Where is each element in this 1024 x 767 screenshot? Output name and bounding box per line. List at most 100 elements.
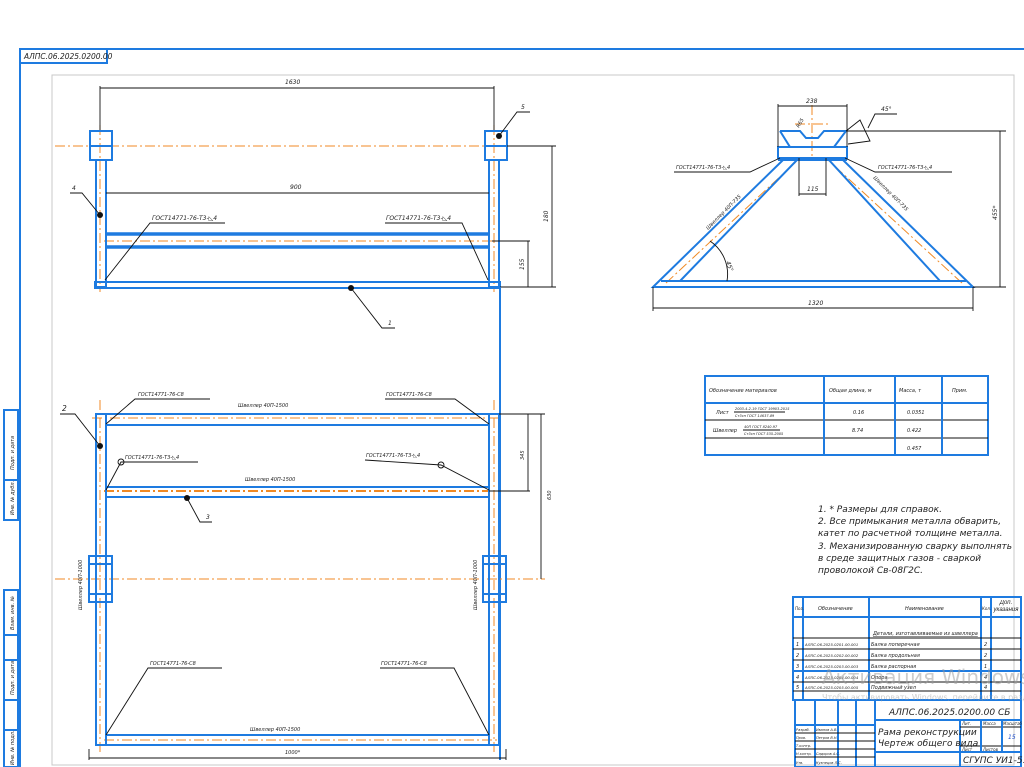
materials-table-rows-0-spec-bottom: Ст3сп ГОСТ 14637-89 [735, 414, 775, 418]
materials-table-rows-1-length: 8.74 [852, 428, 863, 434]
materials-table-rows-1-spec-bottom: Ст3сп ГОСТ 535-2005 [744, 432, 784, 436]
drawing-line [845, 119, 871, 145]
left-stamp-2: Взам. инв. № [10, 596, 16, 630]
corner-code: АЛПС.06.2025.0200.00 [23, 52, 113, 61]
materials-table-rows-2-mass: 0.457 [907, 446, 922, 452]
dim-345: 345 [520, 450, 526, 460]
left-stamp-1: Инв. № дубл. [10, 481, 16, 515]
left-stamp-0: Подп. и дата [10, 436, 16, 470]
materials-table-headers-2: Масса, т [899, 388, 922, 394]
dim-115: 115 [807, 186, 819, 193]
title-block-col-labels-1: Масса [983, 721, 996, 726]
weld-label: ГОСТ14771-76-Т3-◺4 [125, 455, 179, 461]
materials-table-rows-0-length: 0.16 [853, 410, 864, 416]
weld-label: ГОСТ14771-76-Т3-◺4 [878, 165, 932, 171]
title-block-roles-2: Т.контр. [796, 744, 811, 748]
weld-label: ГОСТ14771-76-Т3-◺4 [386, 215, 451, 222]
title-block-names-1: Петров В.Н. [816, 736, 838, 740]
spec-table-headers-2: Наименование [905, 606, 944, 612]
spec-table-rows-0-qty: 2 [984, 642, 987, 648]
materials-table-rows-0-name: Лист [715, 410, 730, 416]
dim-630: 630 [547, 490, 553, 500]
spec-table-rows-1-pos: 2 [796, 653, 799, 659]
notes-0: 1. * Размеры для справок. [818, 505, 942, 515]
left-stamp-3: Подп. и дата [10, 661, 16, 695]
side-label: Швеллер 40П-1000 [78, 560, 84, 610]
spec-table-rows-0-pos: 1 [796, 642, 799, 648]
drawing-line [650, 159, 976, 288]
drawing-line [105, 398, 210, 425]
notes-2: катет по расчетной толщине металла. [818, 529, 1003, 539]
title-block-organization: СГУПС УИ1-512 [963, 756, 1024, 766]
drawing-line [385, 398, 490, 425]
title-block-title-line1: Рама реконструкции [878, 728, 977, 738]
spec-table-headers-3: Кол. [982, 606, 991, 611]
callout-4: 4 [72, 185, 76, 192]
title-block-col-labels-0: Лит. [961, 721, 971, 726]
drawing-line [94, 281, 501, 289]
spec-table-rows-1-name: Балка продольная [871, 653, 920, 659]
left-stamp-4: Инв. № подл. [10, 731, 16, 766]
drawing-line [95, 159, 107, 288]
materials-table-headers-3: Прим. [952, 388, 968, 394]
materials-table-rows-1-mass: 0.422 [907, 428, 921, 434]
dim-455: 455* [992, 206, 999, 220]
weld-label: ГОСТ14771-76-Т3-◺4 [152, 215, 217, 222]
notes-3: 3. Механизированную сварку выполнять [818, 542, 1012, 552]
drawing-line [105, 413, 490, 426]
drawing-line [779, 130, 848, 148]
beam-label: Швеллер 40П-1500 [250, 727, 300, 733]
title-block-names-0: Иванов А.В. [816, 728, 837, 732]
notes-4: в среде защитных газов - сваркой [818, 554, 981, 564]
spec-table-section: Детали, изготавливаемые из швеллера [872, 631, 978, 637]
dim-radius: R65 [796, 117, 806, 129]
materials-table: Обозначение материалов Общая длина, м Ма… [704, 375, 989, 456]
beam-label: Швеллер 40П-1500 [238, 403, 288, 409]
title-block-roles-0: Разраб. [796, 728, 810, 732]
drawing-line [867, 113, 897, 129]
title-block-roles-1: Пров. [796, 736, 806, 740]
drawing-line [364, 459, 490, 491]
spec-table-headers-0: Поз. [795, 606, 804, 611]
left-stamp: Подп. и дата Инв. № дубл. Взам. инв. № П… [3, 409, 19, 767]
spec-table-rows-1-qty: 2 [984, 653, 987, 659]
callout-1: 1 [388, 320, 392, 327]
spec-table-rows-3-pos: 4 [796, 675, 799, 681]
dim-1630: 1630 [285, 79, 300, 86]
callout-5: 5 [521, 104, 525, 111]
drawing-line [385, 222, 489, 281]
materials-table-headers-0: Обозначение материалов [709, 388, 777, 394]
title-block-names-4: Кузнецов Л.С. [816, 761, 842, 765]
materials-table-rows-0-spec-top: 2003-4-2-19 ГОСТ 19903-2015 [735, 407, 790, 411]
notes-1: 2. Все примыкания металла обварить, [818, 517, 1001, 527]
spec-header-notes-cell: Доп. указания [993, 600, 1019, 613]
title-block-col-labels-3: Лист [961, 747, 973, 752]
dim-1000: 1000* [285, 750, 301, 756]
dim-angle-base: 45° [724, 260, 734, 272]
drawing-line [105, 461, 198, 491]
callout-3: 3 [206, 514, 210, 521]
spec-table-rows-4-pos: 5 [796, 685, 799, 691]
materials-table-headers-1: Общая длина, м [829, 388, 872, 394]
windows-activation-hint: Чтобы активировать Windows, перейдите в … [822, 693, 1024, 702]
drawing-line [60, 413, 101, 447]
side-view: 238 115 R65 45° 1320 455* 45° ГОСТ14771-… [650, 98, 1006, 311]
spec-header-notes: Доп. указания [993, 600, 1019, 613]
spec-table-rows-0-code: АЛПС.06.2025.0201.00.001 [804, 642, 858, 647]
title-block-col-labels-4: Листов [982, 747, 999, 752]
dim-180: 180 [543, 210, 550, 222]
materials-table-rows-1-spec-top: 40П ГОСТ 8240-97 [744, 425, 778, 429]
callout-2: 2 [62, 404, 67, 413]
title-block-document-code: АЛПС.06.2025.0200.00 СБ [888, 708, 1010, 718]
drawing-line [104, 222, 225, 281]
weld-label: ГОСТ14771-76-Т3-◺4 [676, 165, 730, 171]
plan-view: ГОСТ14771-76-С8 ГОСТ14771-76-С8 Швеллер … [55, 392, 553, 760]
drawing-line [498, 111, 530, 137]
weld-label: ГОСТ14771-76-С8 [381, 661, 427, 667]
drawing-line [105, 667, 222, 736]
top-view: 1630 900 180 155 ГОСТ14771-76-Т3-◺4 ГОСТ… [55, 79, 556, 329]
dim-155: 155 [519, 258, 526, 270]
weld-label: ГОСТ14771-76-С8 [138, 392, 184, 398]
title-block-names-3: Сидоров А.С. [816, 752, 840, 756]
drawing-line [380, 667, 490, 736]
